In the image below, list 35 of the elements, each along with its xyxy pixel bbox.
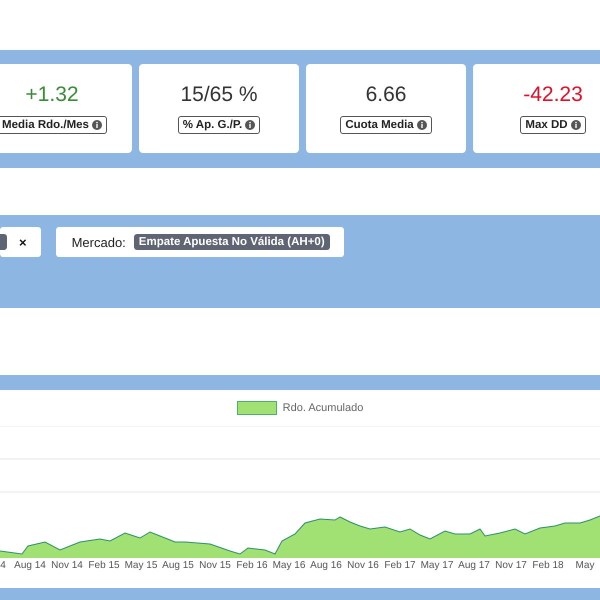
x-axis-label: Feb 16 — [236, 560, 268, 571]
filter-badge — [0, 234, 7, 250]
info-icon — [92, 120, 102, 130]
x-axis-label: Aug 17 — [458, 560, 490, 571]
info-icon — [416, 120, 427, 130]
filter-label: Mercado: — [72, 234, 126, 250]
x-axis-label: Nov 17 — [495, 560, 527, 571]
stat-value: +1.32 — [25, 83, 79, 107]
stat-value: 6.66 — [366, 83, 406, 107]
x-axis-label: May — [576, 560, 594, 571]
remove-filter-button[interactable]: × — [19, 234, 27, 250]
legend-label[interactable]: Rdo. Acumulado — [282, 402, 364, 414]
stat-label[interactable]: Media Rdo./Mes — [0, 116, 107, 134]
info-icon — [245, 120, 256, 130]
stat-label[interactable]: Cuota Media — [340, 116, 432, 134]
x-axis-label: Aug 15 — [162, 560, 194, 571]
legend-swatch[interactable] — [236, 401, 277, 415]
x-axis-label: Nov 16 — [347, 560, 379, 571]
x-axis-label: Aug 14 — [14, 560, 46, 571]
info-icon — [570, 120, 581, 130]
x-axis-label: May 17 — [420, 560, 454, 571]
x-axis-label: 4 — [0, 560, 6, 571]
stat-label[interactable]: % Ap. G./P. — [178, 116, 260, 134]
x-axis-label: Feb 17 — [384, 560, 416, 571]
x-axis-label: Aug 16 — [310, 560, 342, 571]
x-axis-label: May 15 — [124, 560, 158, 571]
x-axis-label: Feb 15 — [88, 560, 120, 571]
filter-value: Empate Apuesta No Válida (AH+0) — [134, 234, 330, 250]
x-axis-label: Nov 15 — [199, 560, 231, 571]
x-axis-label: Feb 18 — [532, 560, 564, 571]
x-axis-label: May 16 — [272, 560, 306, 571]
x-axis-label: Nov 14 — [51, 560, 83, 571]
stat-value: -42.23 — [523, 83, 583, 107]
stat-value: 15/65 % — [180, 83, 258, 107]
stat-label[interactable]: Max DD — [520, 116, 586, 134]
